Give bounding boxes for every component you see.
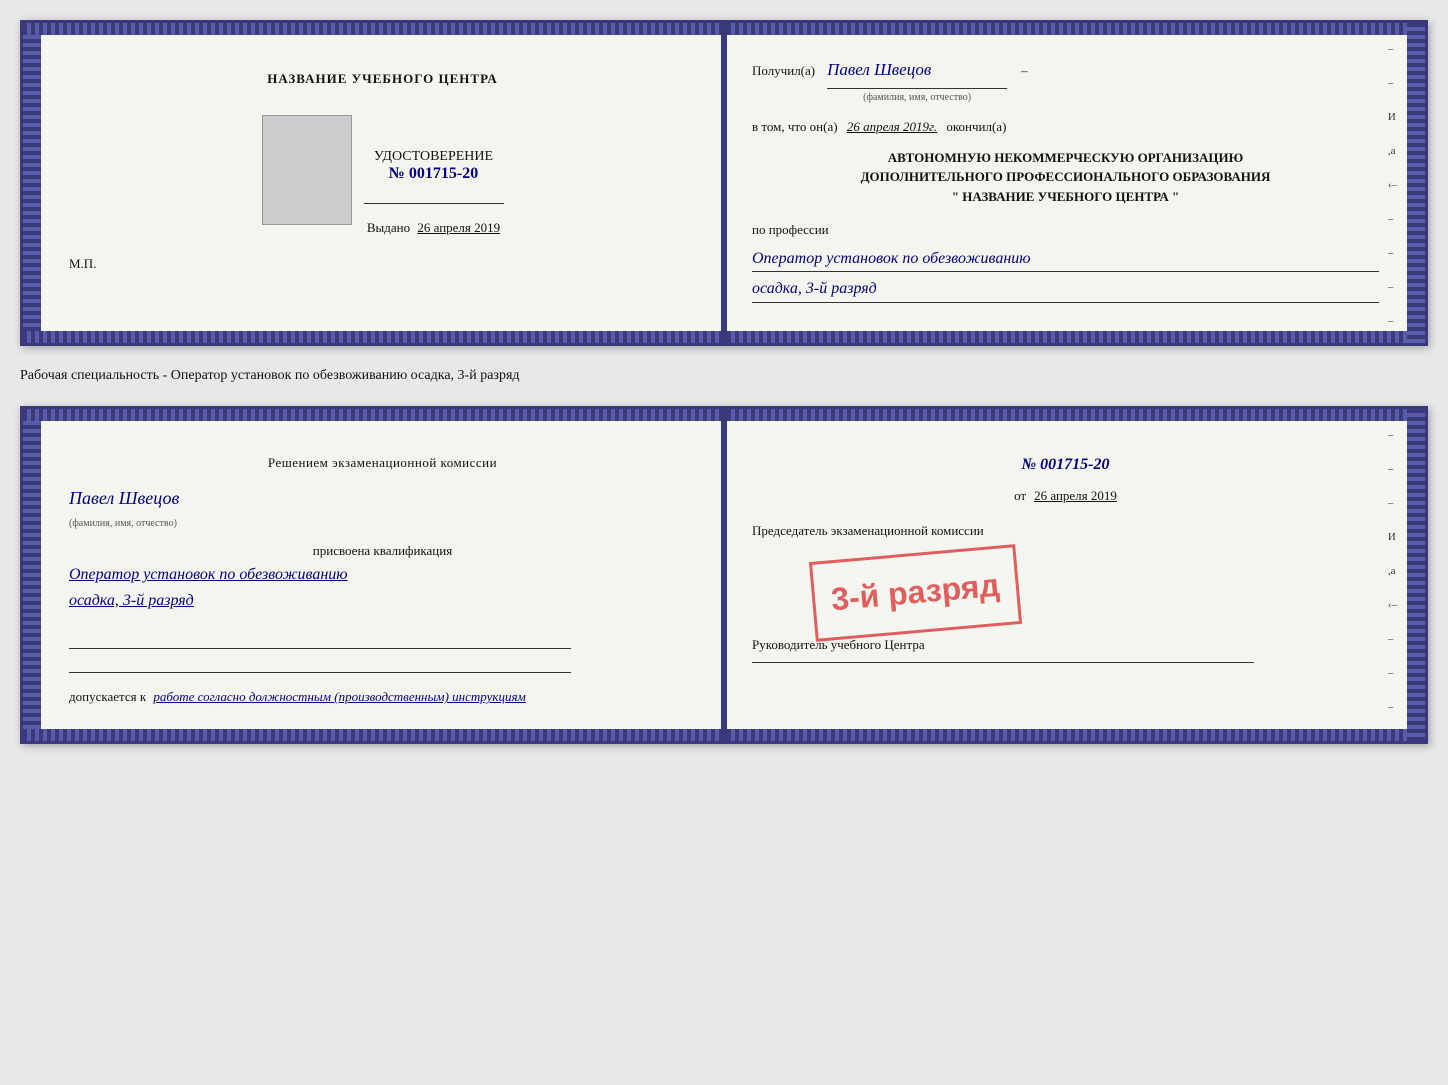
допускается-value: работе согласно должностным (производств… (153, 689, 525, 704)
side-dash-rи: И (1388, 531, 1397, 543)
doc2-left-content: Решением экзаменационной комиссии Павел … (69, 433, 696, 717)
допускается-label: допускается к (69, 689, 146, 704)
separator-label: Рабочая специальность - Оператор установ… (20, 362, 1428, 390)
rukovodit-sig-line (752, 662, 1254, 663)
qualification-value1: Оператор установок по обезвоживанию (69, 562, 696, 588)
signature-lines (69, 629, 696, 673)
org-line1: АВТОНОМНУЮ НЕКОММЕРЧЕСКУЮ ОРГАНИЗАЦИЮ (752, 148, 1379, 168)
допускается-line: допускается к работе согласно должностны… (69, 685, 696, 708)
side-dash-rа: ,а (1388, 565, 1397, 577)
issued-line: Выдано 26 апреля 2019 (367, 220, 500, 236)
name-hint-2: (фамилия, имя, отчество) (69, 515, 696, 533)
date-from-line: от 26 апреля 2019 (752, 484, 1379, 507)
name-block2: Павел Швецов (фамилия, имя, отчество) (69, 482, 696, 532)
doc1-left-inner: УДОСТОВЕРЕНИЕ № 001715-20 Выдано 26 апре… (262, 99, 504, 236)
qualification-block: Оператор установок по обезвоживанию осад… (69, 562, 696, 613)
side-dash-r5: – (1388, 667, 1397, 679)
in-that-label: в том, что он(а) (752, 119, 838, 134)
doc1-center-title: НАЗВАНИЕ УЧЕБНОГО ЦЕНТРА (267, 71, 498, 87)
stamp-overlay: 3-й разряд (809, 544, 1022, 641)
received-name: Павел Швецов (827, 55, 1007, 89)
document-2: Решением экзаменационной комиссии Павел … (20, 406, 1428, 744)
doc1-page-right: Получил(а) Павел Швецов (фамилия, имя, о… (724, 23, 1425, 343)
issued-label: Выдано (367, 220, 410, 235)
sig-line-2 (69, 653, 571, 673)
photo-placeholder (262, 115, 352, 225)
name-hint-1: (фамилия, имя, отчество) (863, 89, 971, 107)
stamp-text: 3-й разряд (830, 567, 1001, 618)
certificate-number: № 001715-20 (389, 165, 478, 183)
doc1-left-text: УДОСТОВЕРЕНИЕ № 001715-20 Выдано 26 апре… (364, 99, 504, 236)
org-line3: " НАЗВАНИЕ УЧЕБНОГО ЦЕНТРА " (752, 187, 1379, 207)
side-dash-к: ‹– (1388, 179, 1397, 191)
qualification-value2: осадка, 3-й разряд (69, 588, 696, 614)
side-dash-5: – (1388, 281, 1397, 293)
finished-label: окончил(а) (946, 119, 1006, 134)
chairman-text: Председатель экзаменационной комиссии (752, 523, 984, 538)
sig-line-1 (69, 629, 571, 649)
doc2-page-right: № 001715-20 от 26 апреля 2019 Председате… (724, 409, 1425, 741)
profession-value1: Оператор установок по обезвоживанию (752, 246, 1379, 273)
side-dash-r2: – (1388, 463, 1397, 475)
side-dash-6: – (1388, 315, 1397, 327)
org-line2: ДОПОЛНИТЕЛЬНОГО ПРОФЕССИОНАЛЬНОГО ОБРАЗО… (752, 167, 1379, 187)
mp-label: М.П. (69, 256, 96, 272)
side-dash-а: ,а (1388, 145, 1397, 157)
in-that-line: в том, что он(а) 26 апреля 2019г. окончи… (752, 115, 1379, 138)
side-dash-r1: – (1388, 429, 1397, 441)
spine-right-2 (1407, 409, 1425, 741)
side-dashes-right-2: – – – И ,а ‹– – – – – (1388, 429, 1397, 744)
protocol-number: № 001715-20 (1022, 456, 1110, 473)
side-dash-1: – (1388, 43, 1397, 55)
side-dash-2: – (1388, 77, 1397, 89)
issued-date: 26 апреля 2019 (417, 220, 500, 235)
doc2-page-left: Решением экзаменационной комиссии Павел … (23, 409, 724, 741)
decision-line: Решением экзаменационной комиссии (69, 451, 696, 474)
side-dash-и: И (1388, 111, 1397, 123)
side-dash-r7: – (1388, 735, 1397, 744)
qualification-label: присвоена квалификация (69, 539, 696, 562)
certificate-label: УДОСТОВЕРЕНИЕ (374, 149, 493, 165)
profession-block: по профессии Оператор установок по обезв… (752, 218, 1379, 303)
date-value: 26 апреля 2019г. (847, 119, 937, 134)
side-dashes-right: – – И ,а ‹– – – – – (1388, 43, 1397, 327)
doc1-page-left: НАЗВАНИЕ УЧЕБНОГО ЦЕНТРА УДОСТОВЕРЕНИЕ №… (23, 23, 724, 343)
profession-value2: осадка, 3-й разряд (752, 276, 1379, 303)
doc1-left-content: НАЗВАНИЕ УЧЕБНОГО ЦЕНТРА УДОСТОВЕРЕНИЕ №… (69, 47, 696, 280)
doc2-right-content: № 001715-20 от 26 апреля 2019 Председате… (752, 433, 1379, 671)
page-container: НАЗВАНИЕ УЧЕБНОГО ЦЕНТРА УДОСТОВЕРЕНИЕ №… (20, 20, 1428, 744)
org-block: АВТОНОМНУЮ НЕКОММЕРЧЕСКУЮ ОРГАНИЗАЦИЮ ДО… (752, 148, 1379, 207)
doc1-right-content: Получил(а) Павел Швецов (фамилия, имя, о… (752, 47, 1379, 311)
chairman-label: Председатель экзаменационной комиссии (752, 519, 1379, 542)
profession-label: по профессии (752, 218, 1379, 241)
side-dash-r6: – (1388, 701, 1397, 713)
side-dash-3: – (1388, 213, 1397, 225)
side-dash-4: – (1388, 247, 1397, 259)
date-from-value: 26 апреля 2019 (1034, 484, 1117, 507)
side-dash-r3: – (1388, 497, 1397, 509)
received-label: Получил(а) (752, 59, 815, 82)
document-1: НАЗВАНИЕ УЧЕБНОГО ЦЕНТРА УДОСТОВЕРЕНИЕ №… (20, 20, 1428, 346)
name-value2: Павел Швецов (69, 482, 696, 514)
side-dash-rк: ‹– (1388, 599, 1397, 611)
date-from-label: от (1014, 484, 1026, 507)
dash-1: – (1021, 59, 1028, 82)
received-line: Получил(а) Павел Швецов (фамилия, имя, о… (752, 55, 1379, 107)
spine-right (1407, 23, 1425, 343)
side-dash-r4: – (1388, 633, 1397, 645)
